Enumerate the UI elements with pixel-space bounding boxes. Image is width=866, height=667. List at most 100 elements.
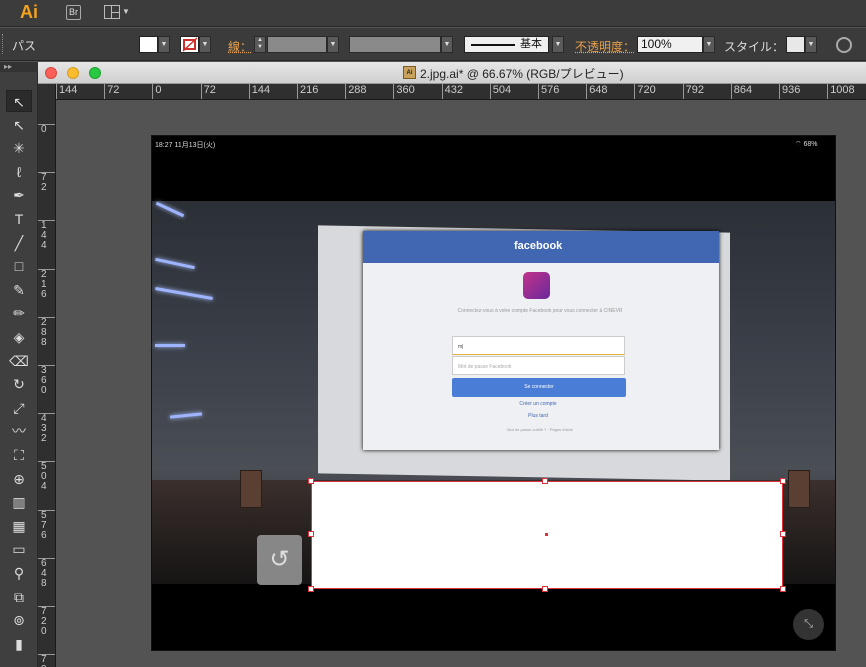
center-point bbox=[545, 533, 548, 536]
ruler-tick-label: 432 bbox=[441, 84, 463, 99]
battery-indicator: ⌔ 68% bbox=[795, 141, 818, 148]
ruler-tick-label: 792 bbox=[38, 654, 55, 667]
ruler-tick-label: 720 bbox=[634, 84, 656, 99]
eraser-tool[interactable]: ⌫ bbox=[6, 350, 32, 372]
resize-handle-t[interactable] bbox=[542, 478, 548, 484]
workspace-layout-icon[interactable] bbox=[104, 5, 120, 19]
graph-tool[interactable]: ▥ bbox=[6, 491, 32, 513]
recolor-artwork-icon[interactable] bbox=[836, 37, 852, 53]
rotate-tool[interactable]: ↻ bbox=[6, 373, 32, 395]
stroke-weight-dropdown[interactable]: ▼ bbox=[327, 36, 339, 53]
close-window-button[interactable] bbox=[45, 67, 57, 79]
ruler-tick-label: 432 bbox=[38, 413, 55, 444]
chevron-down-icon[interactable]: ▼ bbox=[122, 7, 130, 16]
resize-handle-br[interactable] bbox=[780, 586, 786, 592]
style-label: スタイル： bbox=[724, 40, 785, 54]
style-swatch[interactable] bbox=[786, 36, 805, 53]
shaper-tool[interactable]: ◈ bbox=[6, 326, 32, 348]
stroke-dropdown-arrow[interactable]: ▼ bbox=[199, 36, 211, 53]
right-door bbox=[788, 470, 810, 508]
variable-width-profile[interactable] bbox=[349, 36, 441, 53]
warp-tool[interactable]: 〰 bbox=[6, 420, 32, 442]
minimize-window-button[interactable] bbox=[67, 67, 79, 79]
bridge-button[interactable]: Br bbox=[66, 5, 81, 20]
control-bar-grip[interactable] bbox=[2, 34, 5, 54]
ruler-tick-label: 792 bbox=[682, 84, 704, 99]
stroke-weight-field[interactable] bbox=[267, 36, 327, 53]
ruler-tick-label: 288 bbox=[345, 84, 367, 99]
ai-file-icon: Ai bbox=[403, 66, 416, 79]
later-link[interactable]: Plus tard bbox=[500, 413, 576, 419]
paintbrush-tool[interactable]: ✎ bbox=[6, 279, 32, 301]
ruler-tick-label: 720 bbox=[38, 606, 55, 637]
ruler-tick-label: 216 bbox=[38, 268, 55, 300]
ruler-tick-label: 504 bbox=[38, 461, 55, 492]
zoom-window-button[interactable] bbox=[89, 67, 101, 79]
horizontal-ruler[interactable]: 144 72 0 72 144 216 288 360 432 504 576 648 720 792 86… bbox=[56, 84, 866, 100]
email-field[interactable]: m| bbox=[452, 336, 625, 355]
resize-handle-b[interactable] bbox=[542, 586, 548, 592]
rectangle-tool[interactable]: □ bbox=[6, 255, 32, 277]
cinevr-app-icon bbox=[523, 272, 550, 299]
mesh-tool[interactable]: ▦ bbox=[6, 515, 32, 537]
stroke-weight-stepper[interactable]: ▲ ▼ bbox=[254, 36, 266, 53]
pencil-tool[interactable]: ✏ bbox=[6, 302, 32, 324]
resize-handle-l[interactable] bbox=[308, 531, 314, 537]
ruler-tick-label: 360 bbox=[393, 84, 415, 99]
create-account-link[interactable]: Créer un compte bbox=[500, 401, 576, 407]
eyedropper-tool[interactable]: ⚲ bbox=[6, 562, 32, 584]
style-dropdown[interactable]: ▼ bbox=[805, 36, 817, 53]
shape-builder-tool[interactable]: ⊕ bbox=[6, 468, 32, 490]
brush-definition-field[interactable]: 基本 bbox=[464, 36, 549, 53]
resize-handle-bl[interactable] bbox=[308, 586, 314, 592]
line-tool[interactable]: ╱ bbox=[6, 232, 32, 254]
magic-wand-tool[interactable]: ✳ bbox=[6, 137, 32, 159]
pen-tool[interactable]: ✒ bbox=[6, 184, 32, 206]
collapse-icon[interactable]: ⤡ bbox=[793, 609, 824, 640]
back-icon[interactable]: ↺ bbox=[257, 535, 302, 585]
ruler-tick-label: 864 bbox=[730, 84, 752, 99]
help-links[interactable]: Mot de passe oublié ? · Pages d'aide bbox=[470, 427, 610, 432]
symbol-sprayer-tool[interactable]: ⊚ bbox=[6, 609, 32, 631]
resize-handle-tl[interactable] bbox=[308, 478, 314, 484]
stroke-color-swatch[interactable] bbox=[180, 36, 199, 53]
vertical-ruler[interactable]: 0 72 144 216 288 360 432 504 576 648 720 792 bbox=[38, 84, 56, 667]
document-title: 2.jpg.ai* @ 66.67% (RGB/プレビュー) bbox=[420, 67, 624, 81]
direct-selection-tool[interactable]: ↖ bbox=[6, 114, 32, 136]
column-graph-tool[interactable]: ▮ bbox=[6, 633, 32, 655]
ruler-tick-label: 0 bbox=[38, 124, 55, 135]
wall-light bbox=[155, 344, 185, 347]
resize-handle-tr[interactable] bbox=[780, 478, 786, 484]
resize-handle-r[interactable] bbox=[780, 531, 786, 537]
free-transform-tool[interactable]: ⛶ bbox=[6, 444, 32, 466]
ruler-tick-label: 576 bbox=[38, 509, 55, 541]
tools-panel-header[interactable]: ▸▸ bbox=[0, 62, 38, 72]
brush-definition-dropdown[interactable]: ▼ bbox=[552, 36, 564, 53]
ruler-tick-label: 144 bbox=[38, 220, 55, 251]
ruler-tick-label: 144 bbox=[248, 84, 270, 99]
scale-tool[interactable]: ⤢ bbox=[6, 397, 32, 419]
variable-width-dropdown[interactable]: ▼ bbox=[441, 36, 453, 53]
opacity-field[interactable]: 100% bbox=[637, 36, 703, 53]
opacity-label[interactable]: 不透明度： bbox=[575, 38, 635, 55]
opacity-dropdown[interactable]: ▼ bbox=[703, 36, 715, 53]
lasso-tool[interactable]: ℓ bbox=[6, 161, 32, 183]
facebook-title: facebook bbox=[514, 240, 563, 252]
ruler-tick-label: 72 bbox=[104, 84, 119, 99]
stroke-weight-label[interactable]: 線： bbox=[228, 38, 252, 55]
ruler-tick-label: 936 bbox=[779, 84, 800, 99]
fill-color-swatch[interactable] bbox=[139, 36, 158, 53]
ruler-tick-label: 216 bbox=[297, 84, 318, 99]
fill-dropdown-arrow[interactable]: ▼ bbox=[158, 36, 170, 53]
ruler-tick-label: 648 bbox=[586, 84, 608, 99]
ruler-tick-label: 288 bbox=[38, 316, 55, 348]
password-field[interactable]: Mot de passe Facebook bbox=[452, 356, 625, 375]
login-button[interactable]: Se connecter bbox=[452, 378, 626, 397]
ruler-tick-label: 1008 bbox=[827, 84, 855, 99]
gradient-tool[interactable]: ▭ bbox=[6, 538, 32, 560]
facebook-connect-prompt: Connectez-vous à votre compte Facebook p… bbox=[457, 308, 623, 314]
blend-tool[interactable]: ⧉ bbox=[6, 586, 32, 608]
selection-tool[interactable]: ↖ bbox=[6, 90, 32, 112]
type-tool[interactable]: T bbox=[6, 208, 32, 230]
ruler-tick-label: 72 bbox=[200, 84, 216, 99]
